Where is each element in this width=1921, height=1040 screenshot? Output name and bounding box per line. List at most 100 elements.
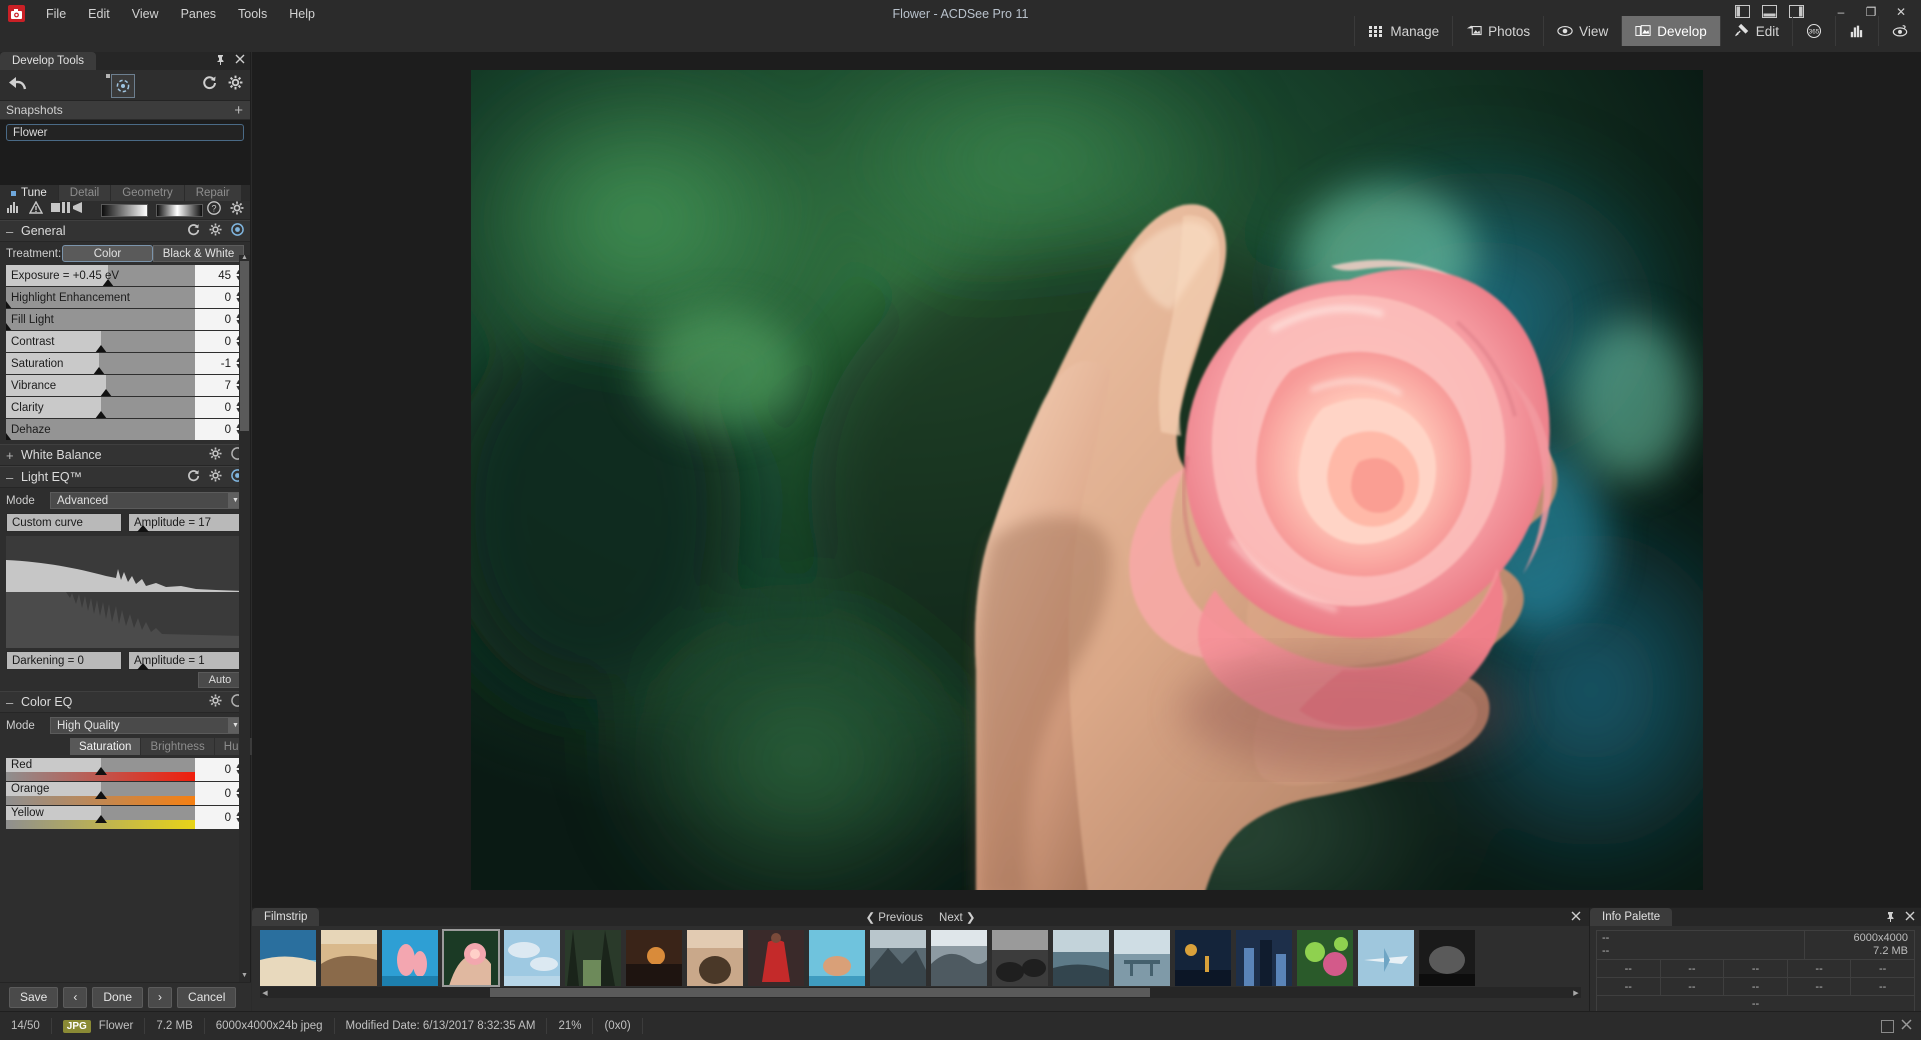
slider-track[interactable]: Orange bbox=[6, 782, 195, 805]
slider-value[interactable]: 0 bbox=[195, 782, 233, 805]
slider-saturation[interactable]: Saturation -1 ▲▼ bbox=[6, 353, 244, 374]
light-eq-amplitude-top[interactable]: Amplitude = 17 bbox=[128, 513, 244, 532]
filmstrip-scrollbar[interactable]: ◀ ▶ bbox=[260, 987, 1581, 998]
light-eq-mode-select[interactable]: Advanced ▼ bbox=[50, 492, 244, 509]
mode-tab-view[interactable]: View bbox=[1543, 16, 1621, 46]
close-icon[interactable] bbox=[1905, 911, 1915, 924]
light-eq-amplitude-bottom[interactable]: Amplitude = 1 bbox=[128, 651, 244, 670]
filmstrip-thumb[interactable] bbox=[1297, 930, 1353, 986]
previous-image-button[interactable]: ‹ bbox=[63, 987, 87, 1008]
filmstrip-thumb[interactable] bbox=[321, 930, 377, 986]
slider-track[interactable]: Saturation bbox=[6, 353, 195, 374]
status-square-icon[interactable] bbox=[1881, 1020, 1894, 1033]
slider-clarity[interactable]: Clarity 0 ▲▼ bbox=[6, 397, 244, 418]
menu-edit[interactable]: Edit bbox=[77, 3, 121, 25]
slider-track[interactable]: Yellow bbox=[6, 806, 195, 829]
info-palette-tab[interactable]: Info Palette bbox=[1590, 908, 1672, 926]
gradient-radial-icon[interactable] bbox=[156, 204, 203, 217]
slider-track[interactable]: Vibrance bbox=[6, 375, 195, 396]
slider-value[interactable]: 7 bbox=[195, 375, 233, 396]
filmstrip-thumb[interactable] bbox=[1053, 930, 1109, 986]
color-eq-tab-saturation[interactable]: Saturation bbox=[70, 738, 141, 755]
filmstrip-thumb[interactable] bbox=[992, 930, 1048, 986]
slider-contrast[interactable]: Contrast 0 ▲▼ bbox=[6, 331, 244, 352]
general-group-header[interactable]: – General bbox=[0, 220, 250, 242]
color-slider-orange[interactable]: Orange 0 ▲▼ bbox=[6, 782, 244, 805]
color-eq-mode-select[interactable]: High Quality ▼ bbox=[50, 717, 244, 734]
slider-value[interactable]: 0 bbox=[195, 419, 233, 440]
scroll-left-icon[interactable]: ◀ bbox=[260, 988, 270, 997]
color-eq-gear-icon[interactable] bbox=[209, 694, 222, 710]
filmstrip-thumb[interactable] bbox=[687, 930, 743, 986]
wb-gear-icon[interactable] bbox=[209, 447, 222, 463]
slider-track[interactable]: Fill Light bbox=[6, 309, 195, 330]
filmstrip-thumb[interactable] bbox=[870, 930, 926, 986]
slider-value[interactable]: 0 bbox=[195, 758, 233, 781]
light-eq-auto-button[interactable]: Auto bbox=[198, 672, 242, 688]
scroll-down-icon[interactable]: ▼ bbox=[240, 971, 249, 980]
general-gear-icon[interactable] bbox=[209, 223, 222, 239]
mode-tab-develop[interactable]: Develop bbox=[1621, 16, 1720, 46]
color-eq-tab-brightness[interactable]: Brightness bbox=[141, 738, 214, 755]
filmstrip-thumb[interactable] bbox=[1175, 930, 1231, 986]
mode-tab-365[interactable]: 365 bbox=[1792, 16, 1835, 46]
custom-curve-button[interactable]: Custom curve bbox=[6, 513, 122, 532]
cancel-button[interactable]: Cancel bbox=[177, 987, 236, 1008]
next-image-button[interactable]: › bbox=[148, 987, 172, 1008]
slider-value[interactable]: 0 bbox=[195, 309, 233, 330]
develop-tools-tab[interactable]: Develop Tools bbox=[0, 52, 96, 70]
color-slider-red[interactable]: Red 0 ▲▼ bbox=[6, 758, 244, 781]
light-eq-group-header[interactable]: – Light EQ™ bbox=[0, 466, 250, 488]
mode-tab-acdsee[interactable] bbox=[1878, 16, 1921, 46]
add-snapshot-button[interactable]: + bbox=[234, 103, 243, 118]
scrollbar-thumb[interactable] bbox=[490, 988, 1150, 997]
slider-track[interactable]: Contrast bbox=[6, 331, 195, 352]
menu-panes[interactable]: Panes bbox=[170, 3, 227, 25]
photo-rose-in-hand[interactable] bbox=[471, 70, 1703, 890]
general-enable-toggle[interactable] bbox=[231, 223, 244, 239]
filmstrip-thumb[interactable] bbox=[1358, 930, 1414, 986]
status-close-icon[interactable] bbox=[1900, 1018, 1913, 1034]
filmstrip-thumb[interactable] bbox=[382, 930, 438, 986]
refresh-icon[interactable] bbox=[202, 75, 217, 92]
slider-highlight-enhancement[interactable]: Highlight Enhancement 0 ▲▼ bbox=[6, 287, 244, 308]
slider-dehaze[interactable]: Dehaze 0 ▲▼ bbox=[6, 419, 244, 440]
gear-icon[interactable] bbox=[228, 75, 243, 92]
subtab-detail[interactable]: Detail bbox=[59, 185, 111, 201]
left-panel-scrollbar[interactable]: ▲ ▼ bbox=[239, 255, 250, 982]
subtab-geometry[interactable]: Geometry bbox=[111, 185, 185, 201]
done-button[interactable]: Done bbox=[92, 987, 143, 1008]
slider-value[interactable]: 0 bbox=[195, 287, 233, 308]
clipping-warning-icon[interactable] bbox=[29, 201, 43, 219]
brush-tools-icon[interactable] bbox=[51, 201, 93, 219]
slider-track[interactable]: Red bbox=[6, 758, 195, 781]
menu-tools[interactable]: Tools bbox=[227, 3, 278, 25]
filmstrip-thumb[interactable] bbox=[504, 930, 560, 986]
slider-vibrance[interactable]: Vibrance 7 ▲▼ bbox=[6, 375, 244, 396]
subtab-tune[interactable]: Tune bbox=[0, 185, 59, 201]
slider-track[interactable]: Dehaze bbox=[6, 419, 195, 440]
slider-fill-light[interactable]: Fill Light 0 ▲▼ bbox=[6, 309, 244, 330]
slider-value[interactable]: 0 bbox=[195, 397, 233, 418]
light-eq-gear-icon[interactable] bbox=[209, 469, 222, 485]
light-eq-reset-icon[interactable] bbox=[187, 469, 200, 485]
close-icon[interactable] bbox=[235, 54, 245, 67]
slider-value[interactable]: 0 bbox=[195, 331, 233, 352]
save-button[interactable]: Save bbox=[9, 987, 58, 1008]
darkening-button[interactable]: Darkening = 0 bbox=[6, 651, 122, 670]
filmstrip-thumb[interactable] bbox=[260, 930, 316, 986]
mode-tab-edit[interactable]: Edit bbox=[1720, 16, 1792, 46]
menu-view[interactable]: View bbox=[121, 3, 170, 25]
filmstrip-thumb-selected[interactable] bbox=[443, 930, 499, 986]
snapshot-item[interactable]: Flower bbox=[6, 124, 244, 141]
scroll-right-icon[interactable]: ▶ bbox=[1571, 988, 1581, 997]
filmstrip-thumb[interactable] bbox=[1236, 930, 1292, 986]
filmstrip-thumb[interactable] bbox=[931, 930, 987, 986]
filmstrip-close-icon[interactable] bbox=[1571, 910, 1581, 924]
menu-help[interactable]: Help bbox=[278, 3, 326, 25]
color-slider-yellow[interactable]: Yellow 0 ▲▼ bbox=[6, 806, 244, 829]
white-balance-group-header[interactable]: + White Balance bbox=[0, 444, 250, 466]
slider-value[interactable]: 0 bbox=[195, 806, 233, 829]
filmstrip-next-button[interactable]: Next ❯ bbox=[939, 910, 976, 924]
filmstrip-thumb[interactable] bbox=[809, 930, 865, 986]
